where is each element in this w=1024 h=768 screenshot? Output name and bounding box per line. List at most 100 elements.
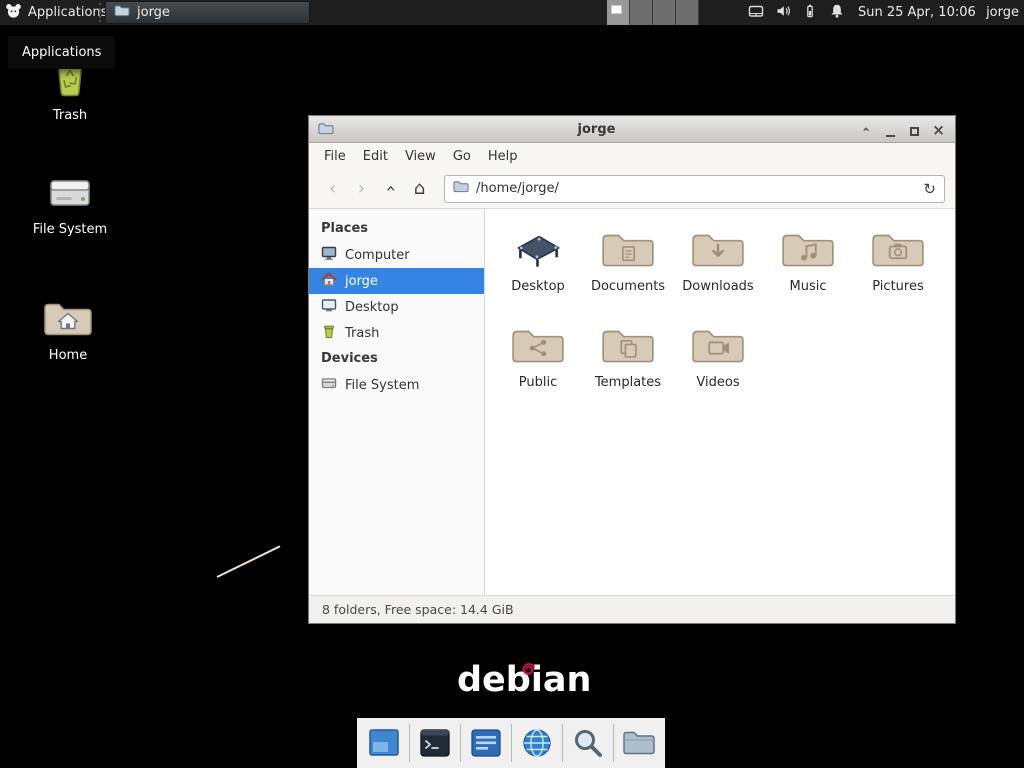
menubar: File Edit View Go Help (309, 143, 955, 169)
menu-file[interactable]: File (324, 149, 346, 164)
minimize-icon[interactable] (883, 122, 898, 137)
desktop-icon-label: Home (49, 349, 87, 364)
location-path: /home/jorge/ (476, 181, 559, 196)
folder-music-icon (779, 223, 837, 277)
folder-public-icon (509, 319, 567, 373)
dock-separator (409, 724, 410, 762)
notifications-icon[interactable] (829, 3, 845, 23)
folder-item-label: Pictures (872, 279, 923, 294)
workspace-1[interactable] (607, 0, 630, 25)
sidebar-item-label: Trash (345, 326, 379, 341)
folder-item-label: Videos (696, 375, 739, 390)
folder-item-label: Public (519, 375, 557, 390)
folder-item-desktop[interactable]: Desktop (493, 223, 583, 319)
taskbar-item-jorge[interactable]: jorge (105, 1, 310, 24)
sidebar-item-computer[interactable]: Computer (309, 242, 484, 268)
window-title: jorge (340, 122, 853, 137)
debian-swirl-icon (520, 661, 537, 682)
folder-item-label: Documents (591, 279, 665, 294)
battery-icon[interactable] (802, 3, 818, 23)
folder-videos-icon (689, 319, 747, 373)
console-icon[interactable] (465, 722, 507, 764)
sidebar-item-jorge[interactable]: jorge (309, 268, 484, 294)
session-user-label[interactable]: jorge (986, 0, 1019, 25)
sidebar-item-file-system[interactable]: File System (309, 372, 484, 398)
applications-tooltip: Applications (8, 36, 115, 69)
desktop-icon (321, 297, 337, 317)
sidebar-item-label: File System (345, 378, 419, 393)
sidebar-item-trash[interactable]: Trash (309, 320, 484, 346)
refresh-icon[interactable]: ↻ (923, 180, 936, 198)
up-icon[interactable]: › (377, 175, 404, 202)
toolbar: ‹ › › ⌂ /home/jorge/ ↻ (309, 169, 955, 209)
user-desktop-icon (509, 223, 567, 277)
home-icon (321, 271, 337, 291)
folder-item-documents[interactable]: Documents (583, 223, 673, 319)
workspace-4[interactable] (676, 0, 699, 25)
forward-icon[interactable]: › (348, 175, 375, 202)
folder-item-public[interactable]: Public (493, 319, 583, 415)
window-titlebar[interactable]: jorge › × (309, 116, 955, 143)
applications-menu-label: Applications (28, 5, 107, 20)
sidebar-item-label: Computer (345, 248, 410, 263)
folder-item-label: Templates (595, 375, 661, 390)
menu-go[interactable]: Go (453, 149, 471, 164)
folder-downloads-icon (689, 223, 747, 277)
top-panel: Applications jorge Sun 25 Apr, 10:06 jor… (0, 0, 1024, 25)
workspace-3[interactable] (653, 0, 676, 25)
folder-pictures-icon (869, 223, 927, 277)
file-manager-icon[interactable] (618, 722, 660, 764)
touchpad-icon[interactable] (748, 3, 764, 23)
folder-icon (453, 180, 469, 197)
dock-panel (357, 718, 665, 768)
panel-handle[interactable] (99, 3, 101, 22)
shade-icon[interactable]: › (859, 122, 874, 137)
folder-item-templates[interactable]: Templates (583, 319, 673, 415)
back-icon[interactable]: ‹ (319, 175, 346, 202)
app-finder-icon[interactable] (567, 722, 609, 764)
workspace-2[interactable] (630, 0, 653, 25)
desktop-icon-label: Trash (53, 109, 87, 124)
system-tray (748, 0, 845, 25)
drive-icon (46, 172, 94, 218)
maximize-icon[interactable] (907, 122, 922, 137)
web-browser-icon[interactable] (516, 722, 558, 764)
workspace-window-thumb (611, 5, 622, 14)
computer-icon (321, 245, 337, 265)
show-desktop-icon[interactable] (363, 722, 405, 764)
location-bar[interactable]: /home/jorge/ ↻ (444, 175, 945, 203)
dock-separator (511, 724, 512, 762)
dock-separator (613, 724, 614, 762)
terminal-icon[interactable] (414, 722, 456, 764)
menu-view[interactable]: View (405, 149, 436, 164)
window-icon (318, 120, 334, 139)
clock[interactable]: Sun 25 Apr, 10:06 (858, 0, 976, 25)
desktop-icon-file-system[interactable]: File System (26, 172, 114, 238)
sidebar-item-label: Desktop (345, 300, 399, 315)
trash-icon (321, 323, 337, 343)
devices-header: Devices (309, 346, 484, 372)
file-manager-window: jorge › × File Edit View Go Help ‹ › › ⌂… (308, 115, 956, 624)
folder-item-music[interactable]: Music (763, 223, 853, 319)
folder-item-label: Desktop (511, 279, 565, 294)
taskbar-item-label: jorge (137, 5, 170, 20)
volume-icon[interactable] (775, 3, 791, 23)
home-icon[interactable]: ⌂ (406, 175, 433, 202)
folder-item-downloads[interactable]: Downloads (673, 223, 763, 319)
menu-help[interactable]: Help (488, 149, 518, 164)
folder-view: Desktop Documents Downloads Music (485, 209, 955, 595)
sidebar-item-desktop[interactable]: Desktop (309, 294, 484, 320)
dock-separator (460, 724, 461, 762)
sidebar-item-label: jorge (345, 274, 378, 289)
desktop-icon-label: File System (33, 223, 107, 238)
close-icon[interactable]: × (931, 122, 946, 137)
home-folder-icon (42, 298, 94, 344)
file-manager-window-icon (114, 4, 130, 21)
folder-item-label: Music (790, 279, 827, 294)
folder-item-videos[interactable]: Videos (673, 319, 763, 415)
drive-icon (321, 375, 337, 395)
menu-edit[interactable]: Edit (363, 149, 388, 164)
folder-item-pictures[interactable]: Pictures (853, 223, 943, 319)
folder-templates-icon (599, 319, 657, 373)
desktop-icon-home[interactable]: Home (24, 298, 112, 364)
